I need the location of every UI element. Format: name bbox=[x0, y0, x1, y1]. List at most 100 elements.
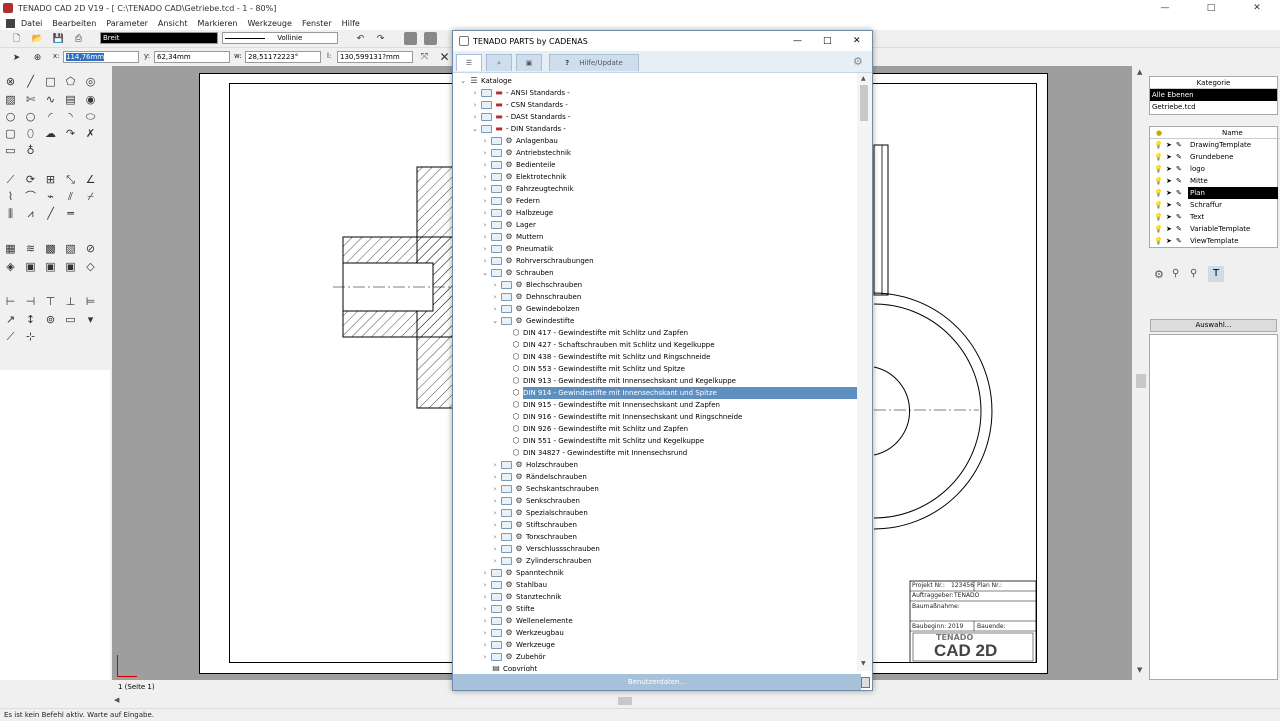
menu-werkzeuge[interactable]: Werkzeuge bbox=[247, 19, 291, 28]
offset-tool-icon[interactable]: ⊞ bbox=[43, 172, 58, 187]
block-4-tool-icon[interactable]: ▣ bbox=[63, 259, 78, 274]
tree-item[interactable]: › ⚙ Wellenelemente bbox=[453, 615, 857, 627]
cloud-tool-icon[interactable]: ☁ bbox=[43, 126, 58, 141]
tree-item[interactable]: ⬡ DIN 417 - Gewindestifte mit Schlitz und… bbox=[453, 327, 857, 339]
dim-5-tool-icon[interactable]: ⊨ bbox=[83, 294, 98, 309]
visibility-bulb-icon[interactable]: 💡 bbox=[1154, 223, 1163, 235]
expand-chevron-icon[interactable]: › bbox=[481, 207, 489, 219]
menu-parameter[interactable]: Parameter bbox=[106, 19, 148, 28]
selectable-arrow-icon[interactable]: ➤ bbox=[1166, 199, 1172, 211]
copy-icon[interactable] bbox=[404, 32, 417, 45]
tree-item[interactable]: › ⚙ Senkschrauben bbox=[453, 495, 857, 507]
auswahl-button[interactable]: Auswahl... bbox=[1150, 319, 1277, 332]
visibility-bulb-icon[interactable]: 💡 bbox=[1154, 235, 1163, 247]
tree-item[interactable]: › ⚙ Werkzeuge bbox=[453, 639, 857, 651]
extend-tool-icon[interactable]: ⤡ bbox=[63, 172, 78, 187]
collapse-chevron-icon[interactable]: ⌄ bbox=[491, 315, 499, 327]
oval-tool-icon[interactable]: ⬯ bbox=[23, 126, 38, 141]
angle-tool-icon[interactable]: ∠ bbox=[83, 172, 98, 187]
scroll-left-icon[interactable]: ◀ bbox=[114, 696, 119, 704]
collapse-chevron-icon[interactable]: ⌄ bbox=[459, 75, 467, 87]
layer-row[interactable]: 💡 ➤ ✎ DrawingTemplate bbox=[1150, 139, 1280, 151]
dialog-resize-icon[interactable] bbox=[861, 677, 870, 688]
expand-chevron-icon[interactable]: › bbox=[491, 471, 499, 483]
tree-item[interactable]: › ⚙ Antriebstechnik bbox=[453, 147, 857, 159]
tree-item[interactable]: ⬡ DIN 916 - Gewindestifte mit Innensechsk… bbox=[453, 411, 857, 423]
expand-chevron-icon[interactable]: › bbox=[481, 219, 489, 231]
expand-chevron-icon[interactable]: › bbox=[491, 279, 499, 291]
expand-chevron-icon[interactable]: › bbox=[481, 195, 489, 207]
expand-chevron-icon[interactable]: › bbox=[491, 519, 499, 531]
dialog-scroll-down-icon[interactable]: ▼ bbox=[861, 660, 866, 667]
selectable-arrow-icon[interactable]: ➤ bbox=[1166, 235, 1172, 247]
editable-pencil-icon[interactable]: ✎ bbox=[1176, 151, 1182, 163]
chamfer-tool-icon[interactable]: ⌇ bbox=[3, 189, 18, 204]
redo-icon[interactable]: ↷ bbox=[374, 32, 387, 45]
expand-chevron-icon[interactable]: › bbox=[481, 627, 489, 639]
menu-fenster[interactable]: Fenster bbox=[302, 19, 332, 28]
group-tool-icon[interactable]: ▦ bbox=[3, 241, 18, 256]
layer-search-icon[interactable]: ⚲ bbox=[1190, 268, 1197, 279]
tree-item[interactable]: › ⚙ Dehnschrauben bbox=[453, 291, 857, 303]
layer-row[interactable]: 💡 ➤ ✎ Text bbox=[1150, 211, 1280, 223]
editable-pencil-icon[interactable]: ✎ bbox=[1176, 139, 1182, 151]
dim-6-tool-icon[interactable]: ↗ bbox=[3, 312, 18, 327]
tree-item[interactable]: › ⚙ Spanntechnik bbox=[453, 567, 857, 579]
dialog-scroll-thumb[interactable] bbox=[860, 85, 868, 121]
selectable-arrow-icon[interactable]: ➤ bbox=[1166, 151, 1172, 163]
select-arrow-icon[interactable]: ➤ bbox=[10, 51, 23, 64]
menu-markieren[interactable]: Markieren bbox=[197, 19, 237, 28]
tree-item[interactable]: › ⚙ Anlagenbau bbox=[453, 135, 857, 147]
block-tool-icon[interactable]: ◈ bbox=[3, 259, 18, 274]
spline-tool-icon[interactable]: ∿ bbox=[43, 92, 58, 107]
expand-chevron-icon[interactable]: › bbox=[491, 459, 499, 471]
scroll-up-icon[interactable]: ▲ bbox=[1137, 68, 1142, 76]
tree-item[interactable]: › ⚙ Gewindebolzen bbox=[453, 303, 857, 315]
tree-item[interactable]: ⬡ DIN 913 - Gewindestifte mit Innensechsk… bbox=[453, 375, 857, 387]
expand-chevron-icon[interactable]: › bbox=[481, 135, 489, 147]
open-folder-icon[interactable]: 📂 bbox=[31, 32, 44, 45]
tree-item[interactable]: › ⚙ Werkzeugbau bbox=[453, 627, 857, 639]
selectable-arrow-icon[interactable]: ➤ bbox=[1166, 139, 1172, 151]
dialog-minimize-button[interactable]: — bbox=[793, 36, 802, 46]
expand-chevron-icon[interactable]: › bbox=[481, 567, 489, 579]
point-tool-icon[interactable]: ⊗ bbox=[3, 74, 18, 89]
save-icon[interactable]: 💾 bbox=[52, 32, 65, 45]
print-icon[interactable]: ⎙ bbox=[72, 32, 85, 45]
break-tool-icon[interactable]: ⌁ bbox=[43, 189, 58, 204]
tree-item[interactable]: › ⚙ Pneumatik bbox=[453, 243, 857, 255]
collapse-chevron-icon[interactable]: ⌄ bbox=[471, 123, 479, 135]
block-5-tool-icon[interactable]: ◇ bbox=[83, 259, 98, 274]
editable-pencil-icon[interactable]: ✎ bbox=[1176, 199, 1182, 211]
layer-add-icon[interactable]: ⚲ bbox=[1172, 268, 1179, 279]
tree-item[interactable]: ⬡ DIN 915 - Gewindestifte mit Innensechsk… bbox=[453, 399, 857, 411]
array-tool-icon[interactable]: ⫼ bbox=[3, 206, 18, 221]
tree-item[interactable]: ⬡ DIN 438 - Gewindestifte mit Schlitz und… bbox=[453, 351, 857, 363]
dim-11-tool-icon[interactable]: ⟋ bbox=[3, 329, 18, 344]
expand-chevron-icon[interactable]: › bbox=[471, 99, 479, 111]
tree-item[interactable]: › ⚙ Sechskantschrauben bbox=[453, 483, 857, 495]
circle-tool-icon[interactable]: ◎ bbox=[83, 74, 98, 89]
undo-icon[interactable]: ↶ bbox=[354, 32, 367, 45]
scroll-down-icon[interactable]: ▼ bbox=[1137, 666, 1142, 674]
polygon-tool-icon[interactable]: ⬠ bbox=[63, 74, 78, 89]
dialog-maximize-button[interactable]: □ bbox=[823, 36, 832, 46]
edit-line-tool-icon[interactable]: ⟋ bbox=[3, 172, 18, 187]
vertical-scrollbar[interactable]: ▲ ▼ bbox=[1134, 66, 1148, 680]
expand-chevron-icon[interactable]: › bbox=[471, 111, 479, 123]
tree-item[interactable]: › ⚙ Blechschrauben bbox=[453, 279, 857, 291]
dim-4-tool-icon[interactable]: ⊥ bbox=[63, 294, 78, 309]
slot-tool-icon[interactable]: ▭ bbox=[3, 143, 18, 158]
layer-row[interactable]: 💡 ➤ ✎ ViewTemplate bbox=[1150, 235, 1280, 247]
tree-item[interactable]: › ▬ - ANSI Standards - bbox=[453, 87, 857, 99]
selectable-arrow-icon[interactable]: ➤ bbox=[1166, 175, 1172, 187]
expand-chevron-icon[interactable]: › bbox=[491, 543, 499, 555]
menu-hilfe[interactable]: Hilfe bbox=[342, 19, 360, 28]
expand-chevron-icon[interactable]: › bbox=[481, 183, 489, 195]
dialog-settings-gear-icon[interactable]: ⚙ bbox=[853, 55, 863, 68]
expand-chevron-icon[interactable]: › bbox=[491, 291, 499, 303]
tab-catalog[interactable]: ☰ bbox=[456, 54, 482, 71]
mirror-tool-icon[interactable]: ⩘ bbox=[23, 206, 38, 221]
expand-chevron-icon[interactable]: › bbox=[481, 639, 489, 651]
shape-tool-icon[interactable]: ▢ bbox=[3, 126, 18, 141]
